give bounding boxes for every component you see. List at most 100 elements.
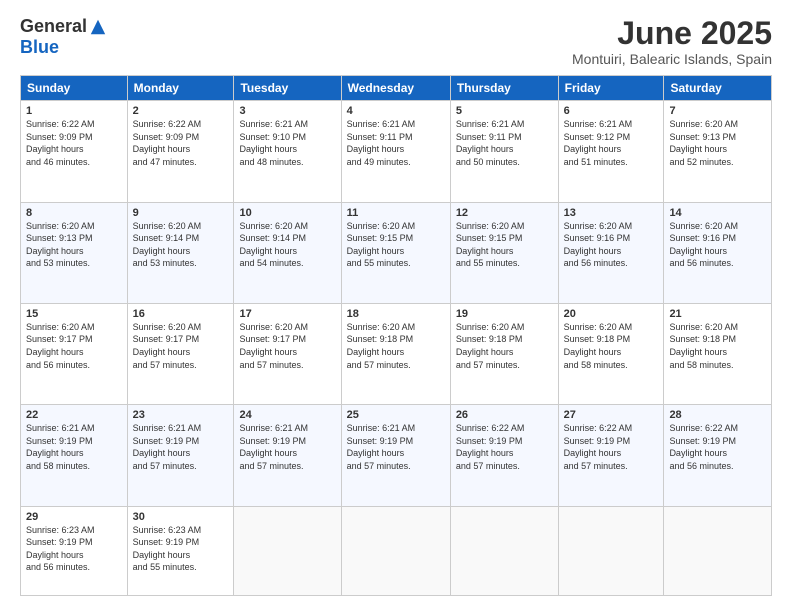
day-number: 28 — [669, 409, 766, 421]
day-number: 5 — [456, 105, 553, 117]
day-number: 12 — [456, 207, 553, 219]
day-info: Sunrise: 6:20 AMSunset: 9:15 PMDaylight … — [456, 220, 553, 270]
calendar-cell: 10Sunrise: 6:20 AMSunset: 9:14 PMDayligh… — [234, 202, 341, 303]
day-info: Sunrise: 6:20 AMSunset: 9:18 PMDaylight … — [669, 321, 766, 371]
calendar-header-row: SundayMondayTuesdayWednesdayThursdayFrid… — [21, 76, 772, 101]
col-header-friday: Friday — [558, 76, 664, 101]
logo-general-text: General — [20, 16, 87, 37]
calendar-cell: 26Sunrise: 6:22 AMSunset: 9:19 PMDayligh… — [450, 405, 558, 506]
col-header-tuesday: Tuesday — [234, 76, 341, 101]
calendar-cell: 17Sunrise: 6:20 AMSunset: 9:17 PMDayligh… — [234, 303, 341, 404]
calendar-cell: 8Sunrise: 6:20 AMSunset: 9:13 PMDaylight… — [21, 202, 128, 303]
calendar-cell: 7Sunrise: 6:20 AMSunset: 9:13 PMDaylight… — [664, 101, 772, 202]
page-header: General Blue June 2025 Montuiri, Baleari… — [20, 16, 772, 67]
day-info: Sunrise: 6:20 AMSunset: 9:14 PMDaylight … — [133, 220, 229, 270]
calendar-week-row: 15Sunrise: 6:20 AMSunset: 9:17 PMDayligh… — [21, 303, 772, 404]
day-number: 4 — [347, 105, 445, 117]
calendar-week-row: 1Sunrise: 6:22 AMSunset: 9:09 PMDaylight… — [21, 101, 772, 202]
day-number: 19 — [456, 308, 553, 320]
logo-icon — [89, 18, 107, 36]
calendar-cell: 28Sunrise: 6:22 AMSunset: 9:19 PMDayligh… — [664, 405, 772, 506]
day-number: 17 — [239, 308, 335, 320]
calendar-table: SundayMondayTuesdayWednesdayThursdayFrid… — [20, 75, 772, 596]
day-info: Sunrise: 6:20 AMSunset: 9:18 PMDaylight … — [456, 321, 553, 371]
day-info: Sunrise: 6:21 AMSunset: 9:19 PMDaylight … — [239, 422, 335, 472]
calendar-cell: 9Sunrise: 6:20 AMSunset: 9:14 PMDaylight… — [127, 202, 234, 303]
day-info: Sunrise: 6:20 AMSunset: 9:15 PMDaylight … — [347, 220, 445, 270]
day-info: Sunrise: 6:21 AMSunset: 9:19 PMDaylight … — [347, 422, 445, 472]
month-title: June 2025 — [572, 16, 772, 51]
calendar-cell: 11Sunrise: 6:20 AMSunset: 9:15 PMDayligh… — [341, 202, 450, 303]
day-info: Sunrise: 6:21 AMSunset: 9:12 PMDaylight … — [564, 118, 659, 168]
day-info: Sunrise: 6:20 AMSunset: 9:18 PMDaylight … — [564, 321, 659, 371]
calendar-page: General Blue June 2025 Montuiri, Baleari… — [0, 0, 792, 612]
day-info: Sunrise: 6:20 AMSunset: 9:17 PMDaylight … — [133, 321, 229, 371]
day-number: 23 — [133, 409, 229, 421]
calendar-cell: 1Sunrise: 6:22 AMSunset: 9:09 PMDaylight… — [21, 101, 128, 202]
day-number: 14 — [669, 207, 766, 219]
calendar-cell: 22Sunrise: 6:21 AMSunset: 9:19 PMDayligh… — [21, 405, 128, 506]
day-number: 6 — [564, 105, 659, 117]
day-info: Sunrise: 6:22 AMSunset: 9:09 PMDaylight … — [133, 118, 229, 168]
calendar-cell: 27Sunrise: 6:22 AMSunset: 9:19 PMDayligh… — [558, 405, 664, 506]
day-info: Sunrise: 6:20 AMSunset: 9:16 PMDaylight … — [564, 220, 659, 270]
day-info: Sunrise: 6:20 AMSunset: 9:13 PMDaylight … — [669, 118, 766, 168]
title-section: June 2025 Montuiri, Balearic Islands, Sp… — [572, 16, 772, 67]
day-info: Sunrise: 6:22 AMSunset: 9:19 PMDaylight … — [669, 422, 766, 472]
day-number: 21 — [669, 308, 766, 320]
day-number: 3 — [239, 105, 335, 117]
day-info: Sunrise: 6:21 AMSunset: 9:11 PMDaylight … — [456, 118, 553, 168]
day-number: 16 — [133, 308, 229, 320]
calendar-cell: 13Sunrise: 6:20 AMSunset: 9:16 PMDayligh… — [558, 202, 664, 303]
col-header-wednesday: Wednesday — [341, 76, 450, 101]
calendar-cell: 20Sunrise: 6:20 AMSunset: 9:18 PMDayligh… — [558, 303, 664, 404]
calendar-cell: 18Sunrise: 6:20 AMSunset: 9:18 PMDayligh… — [341, 303, 450, 404]
day-info: Sunrise: 6:23 AMSunset: 9:19 PMDaylight … — [26, 524, 122, 574]
day-info: Sunrise: 6:22 AMSunset: 9:09 PMDaylight … — [26, 118, 122, 168]
calendar-cell: 2Sunrise: 6:22 AMSunset: 9:09 PMDaylight… — [127, 101, 234, 202]
day-number: 27 — [564, 409, 659, 421]
calendar-week-row: 8Sunrise: 6:20 AMSunset: 9:13 PMDaylight… — [21, 202, 772, 303]
day-number: 29 — [26, 511, 122, 523]
day-info: Sunrise: 6:20 AMSunset: 9:13 PMDaylight … — [26, 220, 122, 270]
day-number: 18 — [347, 308, 445, 320]
day-number: 7 — [669, 105, 766, 117]
calendar-cell: 4Sunrise: 6:21 AMSunset: 9:11 PMDaylight… — [341, 101, 450, 202]
col-header-sunday: Sunday — [21, 76, 128, 101]
day-number: 8 — [26, 207, 122, 219]
col-header-saturday: Saturday — [664, 76, 772, 101]
day-info: Sunrise: 6:22 AMSunset: 9:19 PMDaylight … — [564, 422, 659, 472]
calendar-cell: 3Sunrise: 6:21 AMSunset: 9:10 PMDaylight… — [234, 101, 341, 202]
calendar-cell: 24Sunrise: 6:21 AMSunset: 9:19 PMDayligh… — [234, 405, 341, 506]
day-number: 24 — [239, 409, 335, 421]
logo: General Blue — [20, 16, 107, 58]
calendar-cell: 23Sunrise: 6:21 AMSunset: 9:19 PMDayligh… — [127, 405, 234, 506]
calendar-week-row: 29Sunrise: 6:23 AMSunset: 9:19 PMDayligh… — [21, 506, 772, 596]
location-text: Montuiri, Balearic Islands, Spain — [572, 51, 772, 67]
calendar-cell: 12Sunrise: 6:20 AMSunset: 9:15 PMDayligh… — [450, 202, 558, 303]
col-header-monday: Monday — [127, 76, 234, 101]
calendar-cell: 29Sunrise: 6:23 AMSunset: 9:19 PMDayligh… — [21, 506, 128, 596]
day-info: Sunrise: 6:20 AMSunset: 9:14 PMDaylight … — [239, 220, 335, 270]
day-info: Sunrise: 6:20 AMSunset: 9:17 PMDaylight … — [26, 321, 122, 371]
calendar-cell — [450, 506, 558, 596]
day-number: 2 — [133, 105, 229, 117]
calendar-cell: 5Sunrise: 6:21 AMSunset: 9:11 PMDaylight… — [450, 101, 558, 202]
day-number: 13 — [564, 207, 659, 219]
day-number: 26 — [456, 409, 553, 421]
day-info: Sunrise: 6:21 AMSunset: 9:19 PMDaylight … — [26, 422, 122, 472]
day-number: 1 — [26, 105, 122, 117]
calendar-cell — [234, 506, 341, 596]
day-number: 25 — [347, 409, 445, 421]
day-number: 20 — [564, 308, 659, 320]
day-number: 9 — [133, 207, 229, 219]
calendar-cell — [341, 506, 450, 596]
calendar-cell — [558, 506, 664, 596]
day-info: Sunrise: 6:21 AMSunset: 9:19 PMDaylight … — [133, 422, 229, 472]
calendar-cell: 16Sunrise: 6:20 AMSunset: 9:17 PMDayligh… — [127, 303, 234, 404]
day-number: 11 — [347, 207, 445, 219]
day-number: 10 — [239, 207, 335, 219]
day-info: Sunrise: 6:20 AMSunset: 9:16 PMDaylight … — [669, 220, 766, 270]
day-info: Sunrise: 6:21 AMSunset: 9:10 PMDaylight … — [239, 118, 335, 168]
day-number: 15 — [26, 308, 122, 320]
